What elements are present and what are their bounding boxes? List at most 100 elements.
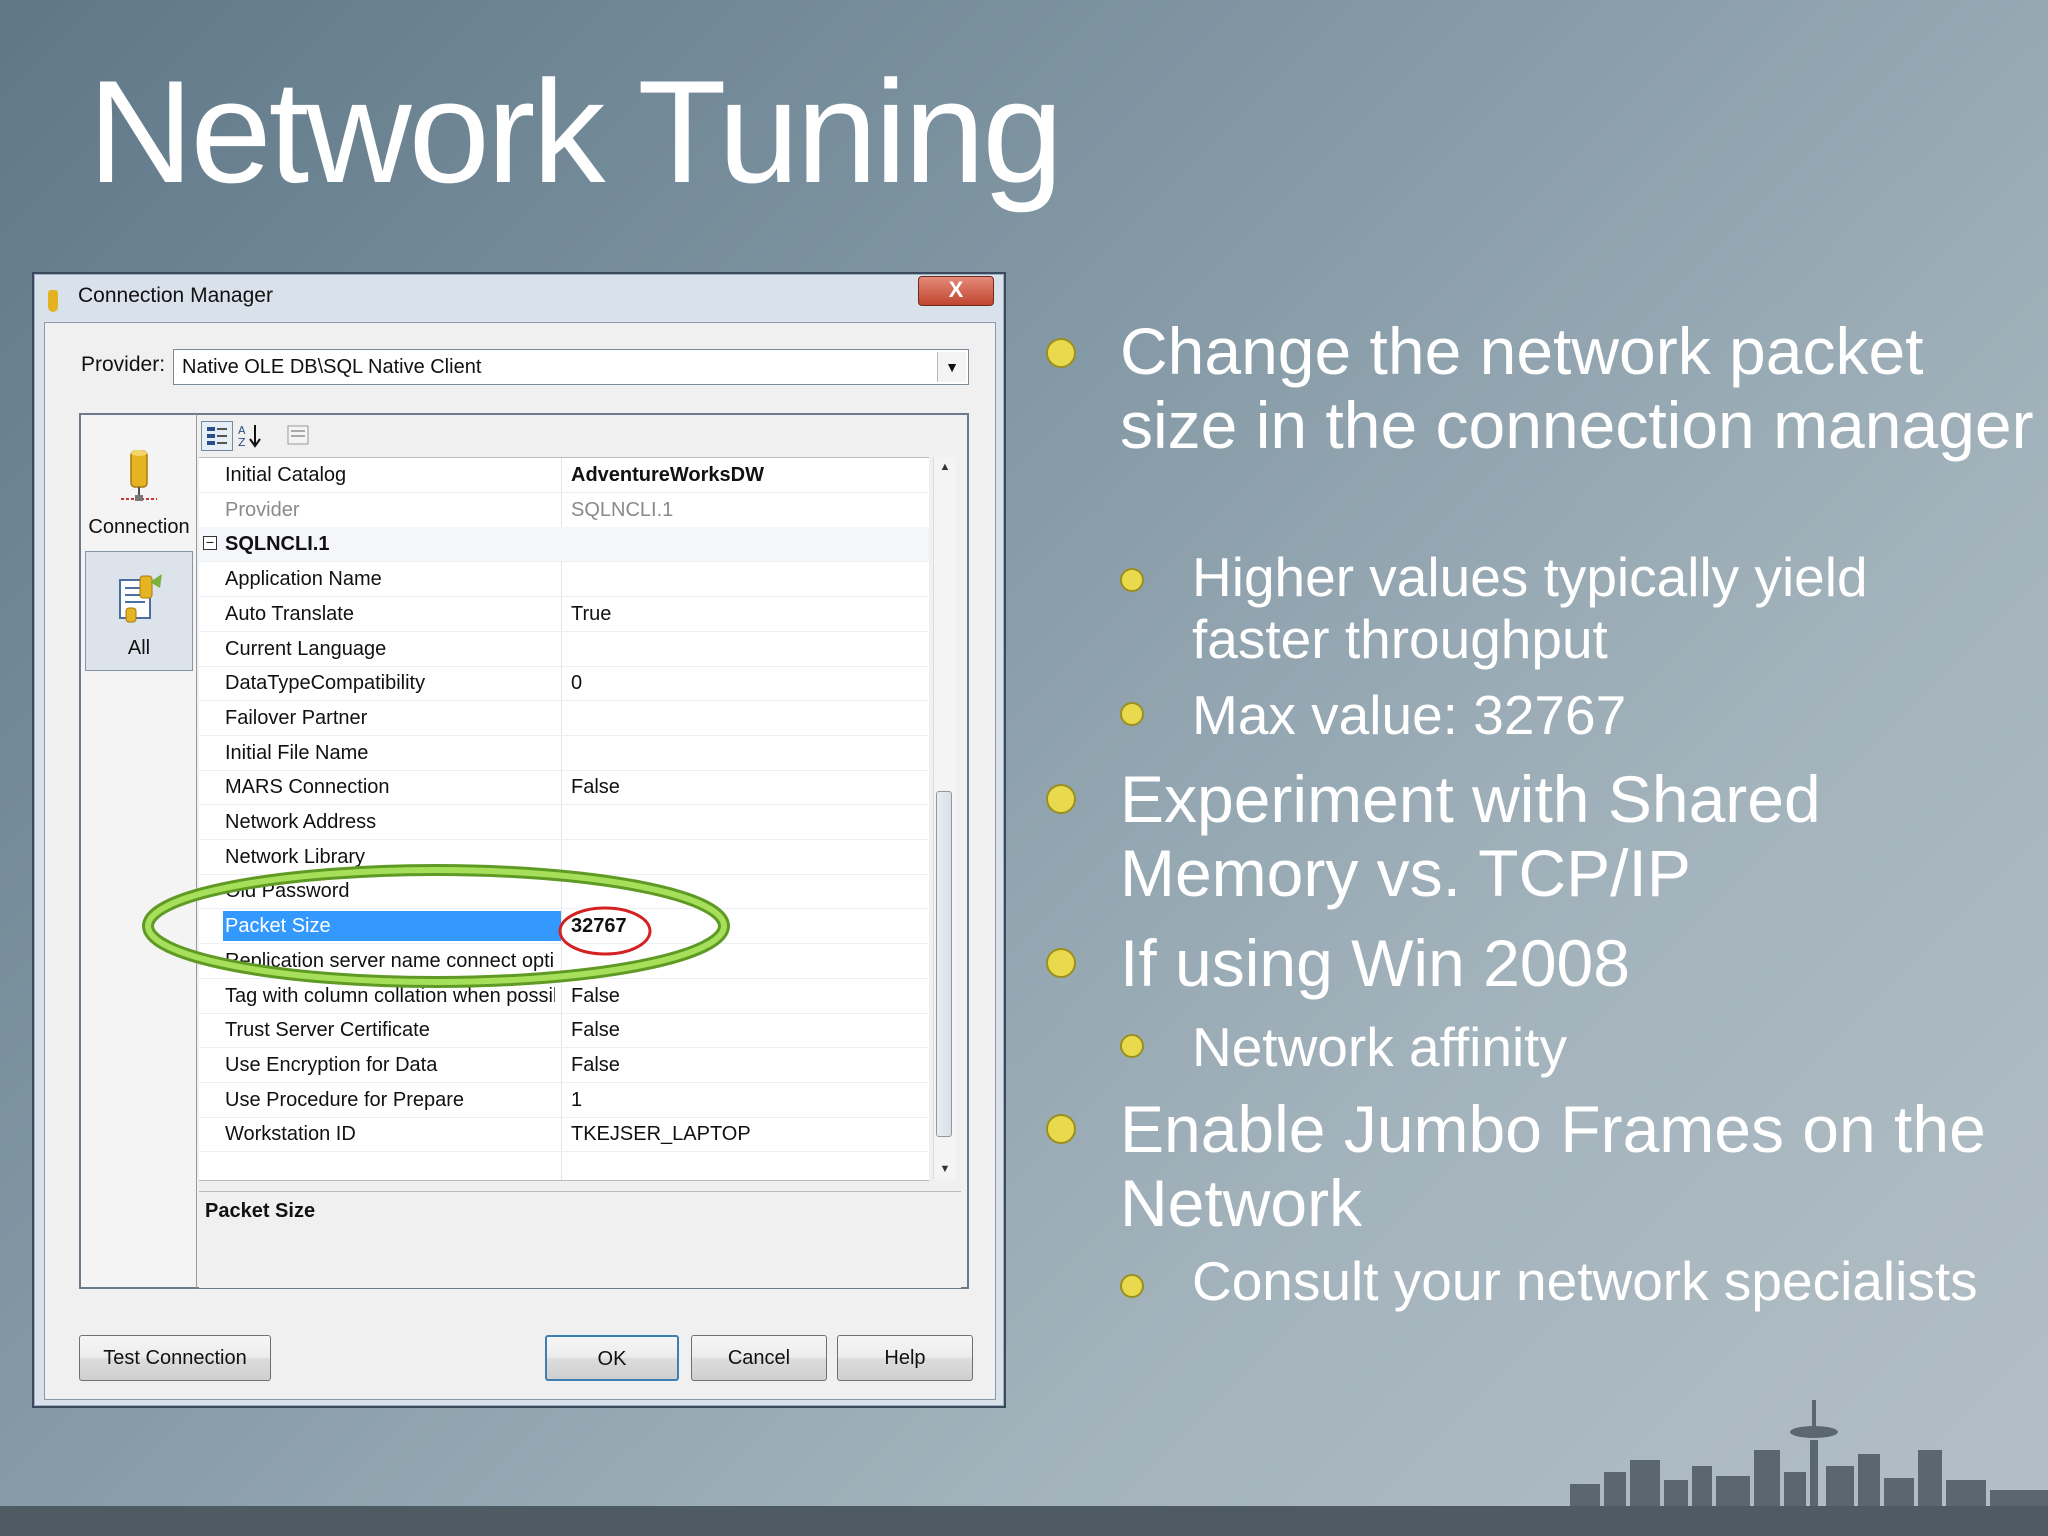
property-name: DataTypeCompatibility [225,672,426,695]
category-name: SQLNCLI.1 [225,533,330,556]
bullet-item: Change the network packet size in the co… [1120,314,2034,462]
bullet-icon [1120,702,1144,726]
property-name: MARS Connection [225,776,390,799]
bullet-icon [1046,338,1076,368]
property-name: Use Encryption for Data [225,1053,438,1076]
bullet-item: Experiment with Shared Memory vs. TCP/IP [1120,762,1821,910]
property-name: Network Library [225,845,366,868]
table-row[interactable]: Provider SQLNCLI.1 [199,493,929,528]
table-row[interactable]: MARS Connection False [199,770,929,806]
cancel-button[interactable]: Cancel [691,1335,827,1381]
property-name: Initial File Name [225,741,369,764]
property-value: False [571,1053,620,1076]
bullet-item: If using Win 2008 [1120,926,1630,1000]
property-name: Initial Catalog [225,464,347,486]
property-pages-icon[interactable] [283,421,315,451]
provider-label: Provider: [81,353,166,376]
property-grid-toolbar: AZ [197,415,967,453]
scrollbar-thumb[interactable] [936,791,952,1137]
description-panel: Packet Size [199,1191,961,1288]
property-value: 0 [571,672,583,695]
nav-item-connection[interactable]: Connection [85,429,193,549]
property-value[interactable]: 32767 [571,915,627,938]
table-row[interactable]: Auto Translate True [199,597,929,632]
property-name: Failover Partner [225,706,368,729]
chevron-down-icon[interactable]: ▼ [937,352,966,382]
table-row[interactable]: Current Language [199,632,929,667]
properties-icon [119,574,162,623]
nav-panel: Connection All [79,413,197,1289]
property-name: Old Password [225,880,350,903]
slide-title: Network Tuning [88,50,1063,213]
dialog-titlebar: Connection Manager X [34,274,1004,324]
city-skyline-graphic [1570,1400,2048,1508]
database-connection-icon [121,450,157,501]
categorized-icon[interactable] [201,421,233,451]
table-row[interactable]: Use Encryption for Data False [199,1048,929,1083]
collapse-icon[interactable]: − [203,535,217,551]
nav-label-all: All [127,637,151,659]
table-row[interactable]: Tag with column collation when possible F… [199,979,929,1014]
bullet-icon [1046,1114,1076,1144]
help-button[interactable]: Help [837,1335,973,1381]
table-row[interactable]: Network Library [199,840,929,875]
category-row[interactable]: − SQLNCLI.1 [199,527,929,563]
dialog-body: Provider: Native OLE DB\SQL Native Clien… [44,322,996,1400]
table-row[interactable]: Workstation ID TKEJSER_LAPTOP [199,1117,929,1153]
property-name: Auto Translate [225,602,354,625]
property-name: Packet Size [223,911,561,942]
vertical-scrollbar[interactable]: ▲ ▼ [933,457,956,1179]
table-row[interactable]: Initial File Name [199,736,929,771]
bullet-icon [1046,784,1076,814]
database-icon [48,290,58,312]
property-grid: AZ Initial Catalog AdventureWorksDW Prov… [197,413,969,1289]
bullet-icon [1120,1034,1144,1058]
property-value: 1 [571,1088,583,1111]
close-button[interactable]: X [918,276,994,306]
property-value: SQLNCLI.1 [571,498,674,521]
property-name: Use Procedure for Prepare [225,1088,465,1111]
table-row[interactable]: Old Password [199,874,929,910]
provider-value: Native OLE DB\SQL Native Client [182,356,482,378]
dialog-title: Connection Manager [78,284,273,307]
table-row[interactable]: DataTypeCompatibility 0 [199,666,929,702]
bullet-item: Higher values typically yield faster thr… [1192,546,1868,670]
nav-label-connection: Connection [88,516,190,538]
bullet-item: Enable Jumbo Frames on the Network [1120,1092,1986,1240]
property-value: False [571,984,620,1007]
bullet-icon [1120,1274,1144,1298]
property-name: Current Language [225,637,387,660]
property-name: Provider [225,498,300,521]
bullet-icon [1120,568,1144,592]
property-name: Tag with column collation when possible [225,984,555,1007]
ok-button[interactable]: OK [545,1335,679,1381]
nav-item-all[interactable]: All [85,551,193,671]
provider-select[interactable]: Native OLE DB\SQL Native Client ▼ [173,349,969,385]
description-title: Packet Size [205,1200,316,1222]
bullet-icon [1046,948,1076,978]
footer-bar [0,1506,2048,1536]
property-grid-rows: Initial Catalog AdventureWorksDW Provide… [199,457,929,1181]
table-row[interactable]: Network Address [199,805,929,840]
bullet-item: Network affinity [1192,1016,1567,1078]
bullet-item: Consult your network specialists [1192,1250,1978,1312]
table-row-selected[interactable]: Packet Size 32767 [199,909,929,945]
table-row[interactable]: Initial Catalog AdventureWorksDW [199,458,929,493]
sort-alpha-icon[interactable]: AZ [235,421,267,451]
property-value: True [571,602,612,625]
table-row[interactable]: Failover Partner [199,701,929,736]
scroll-up-icon[interactable]: ▲ [934,457,956,477]
table-row[interactable]: Replication server name connect option [199,944,929,979]
property-value: False [571,776,620,799]
table-row[interactable]: Application Name [199,562,929,598]
property-name: Network Address [225,811,377,833]
connection-manager-dialog: Connection Manager X Provider: Native OL… [32,272,1006,1408]
test-connection-button[interactable]: Test Connection [79,1335,271,1381]
table-row[interactable]: Trust Server Certificate False [199,1013,929,1049]
bullet-item: Max value: 32767 [1192,684,1627,746]
table-row[interactable]: Use Procedure for Prepare 1 [199,1083,929,1118]
property-value: TKEJSER_LAPTOP [571,1123,751,1146]
property-value: False [571,1019,620,1042]
svg-text:Z: Z [238,436,246,449]
scroll-down-icon[interactable]: ▼ [934,1159,956,1179]
